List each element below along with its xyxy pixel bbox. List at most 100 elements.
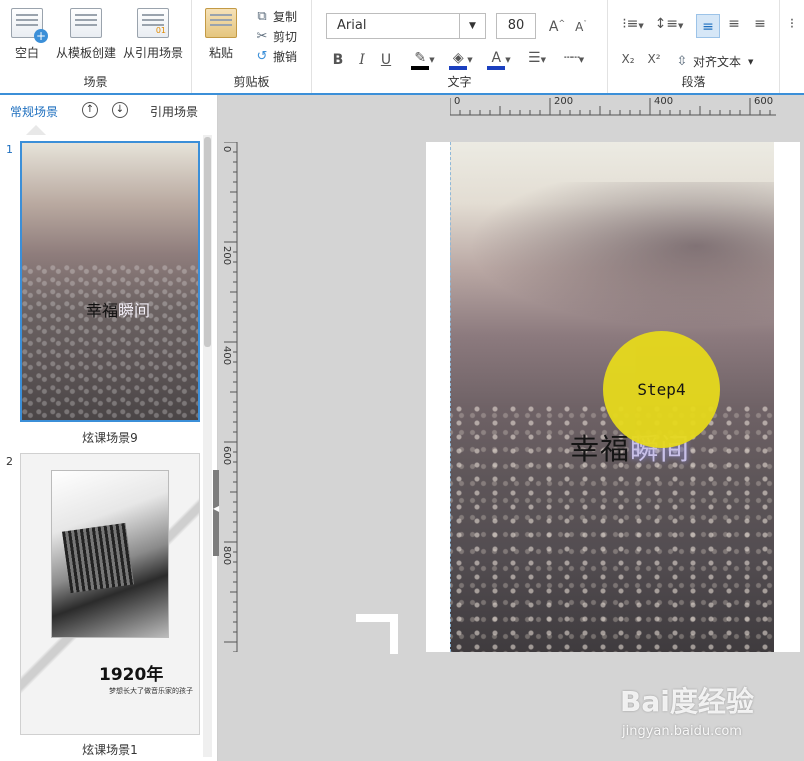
- line-style-button[interactable]: ┄┄▼: [558, 50, 590, 66]
- align-right-button[interactable]: ≡: [750, 16, 770, 32]
- panel-collapse-handle[interactable]: ◀: [213, 470, 219, 556]
- arrow-down-icon: ↓: [115, 104, 125, 115]
- ruler-label: 0: [454, 96, 461, 107]
- line-spacing-icon: ↕≡: [654, 16, 679, 32]
- chevron-down-icon: ▼: [467, 56, 473, 64]
- chevron-down-icon: ▼: [459, 14, 485, 38]
- more-tools-button[interactable]: ⁝: [784, 16, 800, 32]
- crop-corner-mark: [356, 614, 398, 654]
- from-template-button[interactable]: 从模板创建: [54, 8, 118, 61]
- more-icon: ⁝: [789, 16, 795, 32]
- chevron-down-icon: ▼: [578, 56, 585, 64]
- from-reference-label: 从引用场景: [122, 46, 183, 60]
- superscript-icon: X²: [647, 52, 661, 66]
- ruler-label: 600: [754, 96, 774, 107]
- line-style-icon: ┄┄: [563, 50, 580, 66]
- horizontal-ruler: 0 200 400 600: [450, 96, 776, 116]
- copy-icon: ⧉: [257, 9, 267, 24]
- font-color-button[interactable]: A ▼: [484, 50, 514, 70]
- ruler-label: 400: [221, 346, 232, 366]
- undo-button[interactable]: ↺ 撤销: [254, 48, 297, 65]
- chevron-down-icon: ▼: [429, 56, 435, 64]
- chevron-down-icon: ▼: [505, 56, 511, 64]
- highlight-color-button[interactable]: ✎ ▼: [408, 50, 438, 70]
- scene-number: 2: [6, 455, 13, 468]
- font-size-input[interactable]: 80: [496, 13, 536, 39]
- line-spacing-button[interactable]: ↕≡▼: [654, 16, 684, 32]
- align-text-label: 对齐文本: [693, 55, 742, 69]
- copy-button[interactable]: ⧉ 复制: [254, 8, 297, 25]
- ruler-label: 200: [221, 246, 232, 266]
- page-canvas[interactable]: 幸福瞬间 Step4: [426, 142, 800, 652]
- align-left-button[interactable]: ≡: [696, 14, 720, 38]
- fill-color-button[interactable]: ◈ ▼: [446, 50, 476, 70]
- arrow-up-icon: ↑: [85, 104, 95, 115]
- active-tab-pointer: [26, 125, 46, 135]
- undo-label: 撤销: [273, 50, 298, 64]
- move-down-button[interactable]: ↓: [112, 102, 128, 118]
- guide-line: [450, 142, 452, 652]
- caption-text: 梦想长大了做音乐家的孩子: [109, 687, 193, 695]
- cut-label: 剪切: [273, 30, 298, 44]
- align-left-icon: ≡: [702, 19, 714, 35]
- copy-label: 复制: [273, 10, 298, 24]
- move-up-button[interactable]: ↑: [82, 102, 98, 118]
- headline-dark-text: 幸福: [570, 432, 631, 466]
- text-group: Arial ▼ 80 A^ Aˇ B I U ✎ ▼ ◈ ▼ A ▼ ☰▼ ┄┄▼ 文…: [312, 0, 608, 93]
- step-label: Step4: [637, 380, 686, 399]
- clipboard-group-title: 剪贴板: [233, 75, 270, 89]
- font-color-icon: A: [487, 50, 506, 70]
- highlight-pen-icon: ✎: [411, 50, 430, 70]
- scene-group-title: 场景: [83, 75, 108, 89]
- tab-reference-scenes[interactable]: 引用场景: [150, 103, 198, 120]
- bullet-list-button[interactable]: ⁝≡▼: [618, 16, 648, 32]
- chevron-down-icon: ▼: [638, 22, 644, 30]
- scene-thumbnail-1[interactable]: 幸福瞬间: [20, 141, 200, 422]
- italic-button[interactable]: I: [354, 52, 370, 68]
- blank-scene-label: 空白: [14, 46, 39, 60]
- increase-font-button[interactable]: A^: [548, 18, 566, 35]
- scene-title: 炫课场景1: [82, 743, 138, 757]
- chevron-down-icon: ▼: [678, 22, 684, 30]
- year-text: 1920年: [99, 665, 164, 685]
- template-icon: [70, 8, 102, 38]
- align-right-icon: ≡: [754, 16, 766, 32]
- ribbon-toolbar: 空白 从模板创建 从引用场景 场景 粘贴 ⧉ 复制 ✂ 剪切 ↺ 撤销 剪贴板: [0, 0, 804, 95]
- paragraph-group-title: 段落: [681, 75, 706, 89]
- from-template-label: 从模板创建: [55, 46, 116, 60]
- watermark-url: jingyan.baidu.com: [622, 724, 742, 739]
- scene-thumbnail-2[interactable]: 1920年 梦想长大了做音乐家的孩子: [20, 453, 200, 735]
- align-center-button[interactable]: ≡: [724, 16, 744, 32]
- superscript-button[interactable]: X²: [644, 52, 664, 66]
- bold-button[interactable]: B: [330, 52, 346, 68]
- chevron-down-icon: ▼: [748, 57, 754, 66]
- line-weight-button[interactable]: ☰▼: [522, 50, 552, 66]
- accordion-shape: [61, 522, 135, 594]
- headline-dark-text: 幸福: [86, 301, 119, 320]
- blank-page-icon: [11, 8, 48, 43]
- cut-button[interactable]: ✂ 剪切: [254, 28, 297, 45]
- ruler-label: 0: [221, 146, 232, 153]
- font-grow-icon: A^: [548, 18, 566, 35]
- underline-button[interactable]: U: [378, 52, 394, 68]
- align-text-button[interactable]: ⇳ 对齐文本 ▼: [674, 53, 754, 70]
- blank-scene-button[interactable]: 空白: [8, 8, 48, 61]
- from-reference-button[interactable]: 从引用场景: [120, 8, 186, 61]
- scene-tabs: 常规场景 ↑ ↓ 引用场景: [0, 95, 218, 135]
- paste-button[interactable]: 粘贴: [202, 8, 240, 61]
- watermark-brand: Bai度经验: [620, 685, 754, 718]
- scrollbar-thumb[interactable]: [204, 137, 211, 347]
- chevron-down-icon: ▼: [540, 56, 546, 64]
- headline-light-text: 瞬间: [118, 301, 151, 320]
- font-shrink-icon: Aˇ: [575, 20, 587, 34]
- fill-bucket-icon: ◈: [449, 50, 468, 70]
- decrease-font-button[interactable]: Aˇ: [572, 20, 590, 34]
- font-family-select[interactable]: Arial ▼: [326, 13, 486, 39]
- paragraph-group: ⁝≡▼ ↕≡▼ ≡ ≡ ≡ X₂ X² ⇳ 对齐文本 ▼ 段落: [608, 0, 780, 93]
- tab-normal-scenes[interactable]: 常规场景: [10, 103, 58, 120]
- scene-list-scrollbar[interactable]: [203, 135, 212, 757]
- scene-list-panel: 常规场景 ↑ ↓ 引用场景 1 幸福瞬间 炫课场景9 2 1920年 梦想长大了…: [0, 95, 218, 761]
- scene-group: 空白 从模板创建 从引用场景 场景: [0, 0, 192, 93]
- font-family-value: Arial: [337, 18, 367, 33]
- subscript-button[interactable]: X₂: [618, 52, 638, 66]
